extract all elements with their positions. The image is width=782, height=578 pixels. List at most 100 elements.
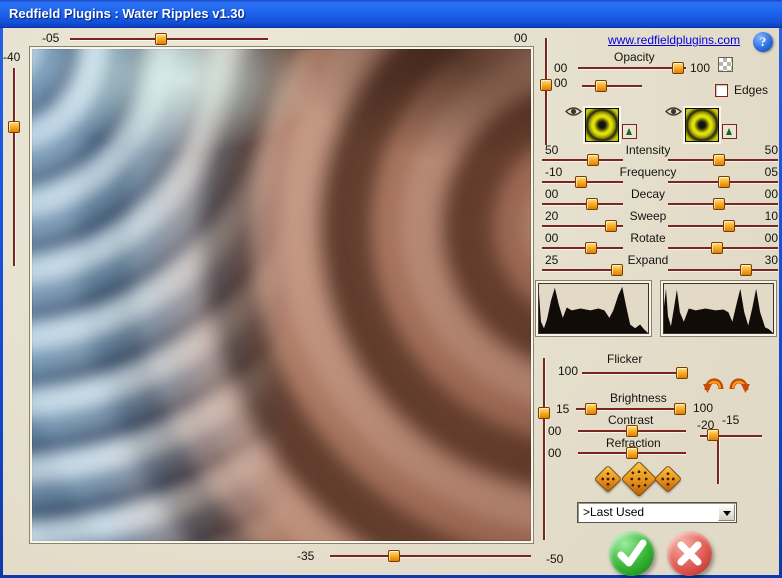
center1-x-right-label: 00: [514, 31, 527, 45]
param-name: Expand: [578, 253, 718, 267]
contrast-slider[interactable]: [578, 430, 686, 432]
center2-x-slider[interactable]: [330, 555, 531, 557]
triangle-up-icon[interactable]: [622, 124, 637, 139]
center2-y-slider-thumb[interactable]: [538, 407, 550, 419]
param-right-value: 05: [750, 165, 778, 179]
param-name: Rotate: [578, 231, 718, 245]
center2-y-label: -50: [546, 552, 563, 566]
expand-right-slider[interactable]: [668, 269, 778, 271]
xy-thumb[interactable]: [707, 429, 719, 441]
param-left-value: 00: [545, 187, 558, 201]
flicker-slider-thumb[interactable]: [676, 367, 688, 379]
eye-icon[interactable]: [665, 106, 682, 117]
triangle-up-icon[interactable]: [722, 124, 737, 139]
slider-thumb[interactable]: [718, 176, 730, 188]
frequency-left-slider[interactable]: [542, 181, 623, 183]
ripple-highlight-layer: [32, 49, 531, 541]
param-right-value: 10: [750, 209, 778, 223]
sweep-right-slider[interactable]: [668, 225, 778, 227]
center1-y-slider[interactable]: [13, 68, 15, 266]
param-left-value: -10: [545, 165, 562, 179]
intensity-left-slider[interactable]: [542, 159, 623, 161]
param-right-value: 00: [750, 231, 778, 245]
sweep-left-slider[interactable]: [542, 225, 623, 227]
slider-thumb[interactable]: [740, 264, 752, 276]
param-right-value: 50: [750, 143, 778, 157]
center1-x-slider-thumb[interactable]: [155, 33, 167, 45]
edges-checkbox[interactable]: [715, 84, 728, 97]
preset-dropdown[interactable]: >Last Used: [577, 502, 737, 523]
panel-top-vertical-slider[interactable]: [545, 38, 547, 145]
param-left-value: 50: [545, 143, 558, 157]
opacity-max-label: 100: [690, 61, 710, 75]
center2-y-slider[interactable]: [543, 358, 545, 540]
contrast-value: 00: [548, 424, 561, 438]
xy-vertical-track[interactable]: [717, 437, 719, 484]
history-arrows: [703, 374, 750, 393]
refraction-slider[interactable]: [578, 452, 686, 454]
undo-icon[interactable]: [703, 374, 725, 393]
param-name: Frequency: [578, 165, 718, 179]
param-left-value: 25: [545, 253, 558, 267]
eye-icon[interactable]: [565, 106, 582, 117]
panel-top-vertical-slider-thumb[interactable]: [540, 79, 552, 91]
close-icon: [667, 531, 712, 576]
center1-x-slider[interactable]: [70, 38, 268, 40]
brightness-label: Brightness: [610, 391, 667, 405]
slider-thumb[interactable]: [723, 220, 735, 232]
center2-x-label: -35: [297, 549, 314, 563]
ripple-pattern-thumbnail[interactable]: [585, 108, 619, 142]
param-name: Decay: [578, 187, 718, 201]
secondary-slider-label: 00: [554, 76, 567, 90]
rotate-right-slider[interactable]: [668, 247, 778, 249]
intensity-right-slider[interactable]: [668, 159, 778, 161]
window-title: Redfield Plugins : Water Ripples v1.30: [9, 6, 245, 21]
param-name: Intensity: [578, 143, 718, 157]
secondary-slider-thumb[interactable]: [595, 80, 607, 92]
opacity-min-label: 00: [554, 61, 567, 75]
edges-label: Edges: [734, 83, 768, 97]
brightness-slider-thumb-high[interactable]: [674, 403, 686, 415]
xy-y-value: -15: [722, 413, 739, 427]
center1-y-slider-thumb[interactable]: [8, 121, 20, 133]
flicker-slider[interactable]: [582, 372, 688, 374]
center2-x-slider-thumb[interactable]: [388, 550, 400, 562]
cancel-button[interactable]: [667, 531, 712, 576]
decay-left-slider[interactable]: [542, 203, 623, 205]
refraction-slider-thumb[interactable]: [626, 447, 638, 459]
decay-right-slider[interactable]: [668, 203, 778, 205]
center1-y-label: -40: [3, 50, 20, 64]
waveform-graph-right: [661, 281, 776, 336]
frequency-right-slider[interactable]: [668, 181, 778, 183]
flicker-label: Flicker: [607, 352, 642, 366]
rotate-left-slider[interactable]: [542, 247, 623, 249]
website-link[interactable]: www.redfieldplugins.com: [608, 33, 740, 47]
ripple-pattern-thumbnail[interactable]: [685, 108, 719, 142]
opacity-label: Opacity: [614, 50, 655, 64]
waveform-graph-left: [536, 281, 651, 336]
param-right-value: 30: [750, 253, 778, 267]
brightness-left-value: 15: [556, 402, 569, 416]
secondary-slider[interactable]: [582, 85, 642, 87]
slider-thumb[interactable]: [611, 264, 623, 276]
title-bar[interactable]: Redfield Plugins : Water Ripples v1.30: [0, 0, 782, 28]
opacity-slider[interactable]: [578, 67, 686, 69]
brightness-right-value: 100: [693, 401, 713, 415]
dropdown-arrow-icon[interactable]: [718, 504, 735, 521]
brightness-slider[interactable]: [576, 408, 686, 410]
brightness-slider-thumb-low[interactable]: [585, 403, 597, 415]
transparency-checkerboard-icon[interactable]: [718, 57, 733, 72]
help-icon[interactable]: ?: [753, 32, 773, 52]
redo-icon[interactable]: [728, 374, 750, 393]
opacity-slider-thumb[interactable]: [672, 62, 684, 74]
expand-left-slider[interactable]: [542, 269, 623, 271]
param-right-value: 00: [750, 187, 778, 201]
param-left-value: 20: [545, 209, 558, 223]
ok-button[interactable]: [609, 531, 654, 576]
preview-image[interactable]: [30, 47, 533, 543]
preset-dropdown-value: >Last Used: [583, 505, 644, 519]
checkmark-icon: [609, 531, 654, 576]
param-name: Sweep: [578, 209, 718, 223]
param-left-value: 00: [545, 231, 558, 245]
center1-x-label: -05: [42, 31, 59, 45]
